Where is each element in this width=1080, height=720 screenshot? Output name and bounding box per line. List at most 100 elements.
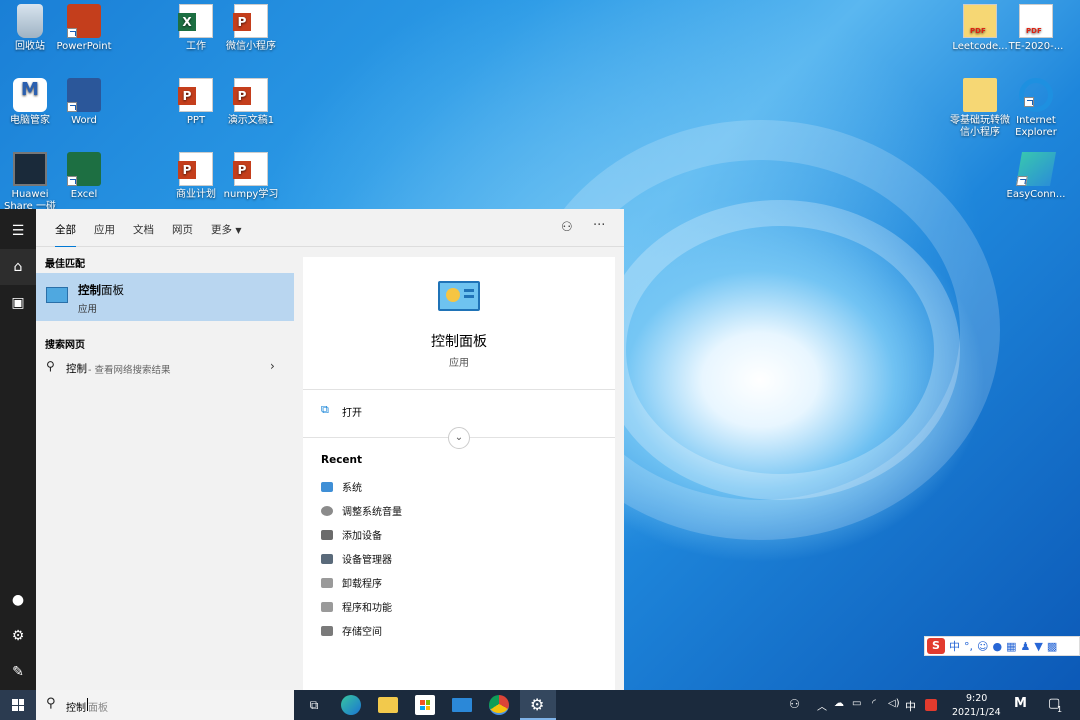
settings-icon[interactable]: ⚙ — [0, 618, 36, 654]
start-search-panel: ☰ ⌂ ▣ ● ⚙ ✎ 全部 应用 文档 网页 更多 ▼ ⚇ ··· 最佳匹配 … — [0, 209, 624, 690]
wifi-icon[interactable]: ◜ — [872, 698, 876, 709]
desktop-icon-presentation1[interactable]: 演示文稿1 — [221, 78, 281, 127]
keyboard-icon[interactable]: ▦ — [1006, 640, 1016, 653]
expand-chevron-icon[interactable]: ⌄ — [448, 427, 470, 449]
best-match-control-panel[interactable]: 控制面板 应用 — [36, 273, 294, 321]
detail-app-type: 应用 — [449, 358, 469, 369]
recent-item-label: 设备管理器 — [342, 555, 392, 566]
user-icon[interactable]: ♟ — [1020, 640, 1030, 653]
pc-manager-tray-icon[interactable]: M — [1014, 696, 1027, 711]
desktop-icon-excel[interactable]: Excel — [54, 152, 114, 201]
ppt-file-icon — [233, 78, 268, 112]
search-filter-tabs: 全部 应用 文档 网页 更多 ▼ ⚇ ··· — [36, 209, 624, 249]
chrome-icon[interactable] — [489, 695, 509, 715]
ime-punctuation-toggle[interactable]: °, — [964, 640, 973, 653]
word-icon — [67, 78, 101, 112]
detail-app-name: 控制面板 — [431, 334, 487, 350]
recent-item-programs-features[interactable]: 程序和功能 — [321, 599, 392, 614]
desktop-icon-wechat-miniprogram[interactable]: 微信小程序 — [221, 4, 281, 53]
storage-icon — [321, 625, 333, 636]
recent-item-uninstall[interactable]: 卸载程序 — [321, 575, 382, 590]
edge-icon[interactable] — [341, 695, 361, 715]
recent-item-label: 调整系统音量 — [342, 507, 402, 518]
best-match-name-bold: 控制 — [78, 283, 101, 297]
show-hidden-icons-chevron[interactable]: ︿ — [817, 698, 827, 713]
recent-item-system[interactable]: 系统 — [321, 479, 362, 494]
desktop-icon-numpy[interactable]: numpy学习 — [221, 152, 281, 201]
windows-logo-icon — [12, 699, 24, 711]
ime-mode-toggle[interactable]: 中 — [949, 638, 960, 654]
wallpaper-swirl — [600, 200, 960, 500]
battery-icon[interactable]: ▭ — [852, 698, 861, 709]
clock-date[interactable]: 2021/1/24 — [952, 707, 1001, 718]
desktop-icon-recycle-bin[interactable]: 回收站 — [0, 4, 60, 53]
feedback-icon[interactable]: ✎ — [0, 654, 36, 690]
desktop-icon-te-2020[interactable]: TE-2020-... — [1006, 4, 1066, 53]
desktop-icon-business-plan[interactable]: 商业计划 — [166, 152, 226, 201]
feedback-search-icon[interactable]: ⚇ — [561, 220, 573, 235]
search-icon: ⚲ — [46, 359, 55, 373]
desktop-icon-pc-manager[interactable]: 电脑管家 — [0, 78, 60, 127]
recent-heading: Recent — [321, 454, 363, 466]
tab-more[interactable]: 更多 ▼ — [211, 222, 242, 237]
search-typed-text: 控制 — [66, 703, 86, 714]
best-match-name: 控制面板 — [78, 282, 124, 298]
desktop-icon-easyconnect[interactable]: EasyConn... — [1006, 152, 1066, 201]
mail-icon[interactable] — [452, 698, 472, 712]
sogou-tray-icon[interactable] — [925, 699, 937, 711]
desktop-icon-powerpoint[interactable]: PowerPoint — [54, 4, 114, 53]
ime-toolbar[interactable]: S 中 °, ☺ ● ▦ ♟ ▼ ▩ — [924, 636, 1080, 656]
account-icon[interactable]: ● — [0, 582, 36, 618]
start-button[interactable] — [0, 690, 36, 720]
recent-item-add-device[interactable]: 添加设备 — [321, 527, 382, 542]
open-window-icon: ⧉ — [321, 403, 329, 416]
emoji-icon[interactable]: ☺ — [977, 640, 988, 653]
chevron-down-icon: ▼ — [235, 226, 242, 235]
documents-icon[interactable]: ▣ — [0, 285, 36, 321]
recent-item-storage[interactable]: 存储空间 — [321, 623, 382, 638]
detail-card: 控制面板 应用 ⧉ 打开 ⌄ Recent 系统 调整系统音量 添加设备 设备管… — [303, 257, 615, 690]
skin-icon[interactable]: ▼ — [1034, 640, 1042, 653]
recent-item-device-manager[interactable]: 设备管理器 — [321, 551, 392, 566]
taskbar-search-box[interactable]: ⚲ 控制 面板 — [36, 690, 294, 720]
desktop-icon-leetcode[interactable]: Leetcode... — [950, 4, 1010, 53]
desktop-icon-internet-explorer[interactable]: Internet Explorer — [1006, 78, 1066, 139]
clock-time[interactable]: 9:20 — [966, 693, 987, 704]
desktop-icon-wechat-course-folder[interactable]: 零基础玩转微信小程序 — [950, 78, 1010, 139]
open-label: 打开 — [342, 408, 362, 419]
microsoft-store-icon[interactable] — [415, 695, 435, 715]
web-search-result[interactable]: ⚲ 控制 - 查看网络搜索结果 › — [36, 351, 294, 383]
ppt-file-icon — [178, 152, 213, 186]
web-search-heading: 搜索网页 — [45, 340, 85, 351]
recent-item-volume[interactable]: 调整系统音量 — [321, 503, 402, 518]
result-detail-pane: 控制面板 应用 ⧉ 打开 ⌄ Recent 系统 调整系统音量 添加设备 设备管… — [294, 247, 624, 690]
tab-documents[interactable]: 文档 — [133, 222, 154, 237]
toolbox-icon[interactable]: ▩ — [1047, 640, 1057, 653]
taskbar: ⚲ 控制 面板 ⧉ ⚙ ⚇ ︿ ☁ ▭ ◜ ◁) 中 9:20 2021/1/2… — [0, 690, 1080, 720]
onedrive-icon[interactable]: ☁ — [834, 698, 844, 709]
more-options-icon[interactable]: ··· — [593, 218, 605, 233]
open-action[interactable]: ⧉ 打开 — [303, 394, 615, 426]
tab-apps[interactable]: 应用 — [94, 222, 115, 237]
task-view-icon[interactable]: ⧉ — [304, 695, 324, 715]
divider — [303, 389, 615, 390]
tab-all[interactable]: 全部 — [55, 222, 76, 249]
desktop-icon-word[interactable]: Word — [54, 78, 114, 127]
ppt-file-icon — [178, 78, 213, 112]
tab-web[interactable]: 网页 — [172, 222, 193, 237]
system-icon — [321, 481, 333, 492]
volume-icon[interactable]: ◁) — [888, 698, 900, 709]
settings-app-button[interactable]: ⚙ — [520, 690, 556, 720]
home-icon[interactable]: ⌂ — [0, 249, 36, 285]
recent-item-label: 存储空间 — [342, 627, 382, 638]
control-panel-icon — [46, 287, 68, 303]
ime-mode-indicator[interactable]: 中 — [905, 698, 916, 714]
desktop-icon-work[interactable]: 工作 — [166, 4, 226, 53]
desktop-icon-ppt[interactable]: PPT — [166, 78, 226, 127]
file-explorer-icon[interactable] — [378, 697, 398, 713]
hamburger-menu-icon[interactable]: ☰ — [0, 213, 36, 249]
microphone-icon[interactable]: ● — [992, 640, 1002, 653]
people-icon[interactable]: ⚇ — [789, 697, 800, 711]
programs-icon — [321, 601, 333, 612]
uninstall-icon — [321, 577, 333, 588]
